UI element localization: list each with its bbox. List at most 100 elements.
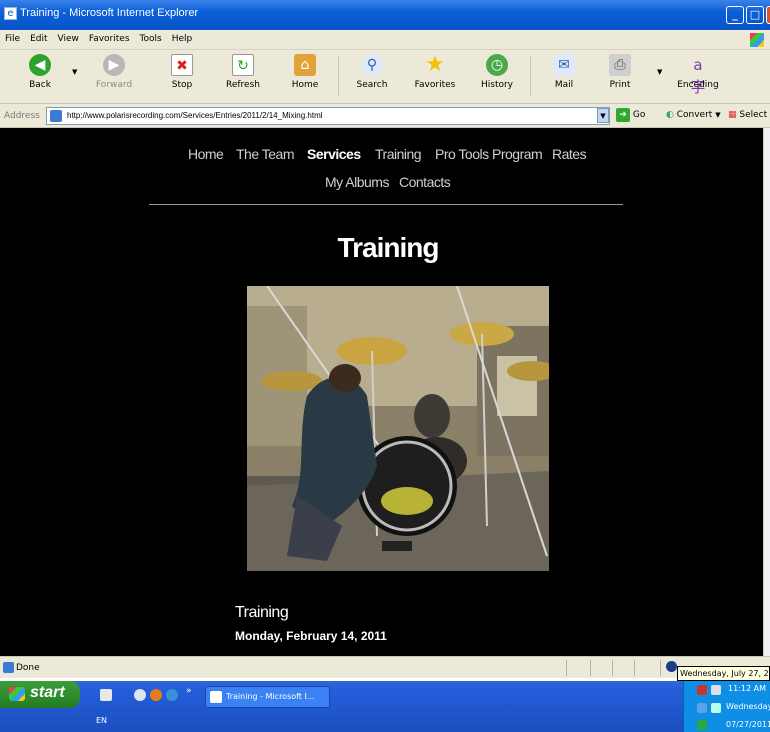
- status-text: Done: [16, 663, 40, 673]
- quicklaunch-app-icon[interactable]: [134, 689, 146, 701]
- tray-volume-icon[interactable]: [711, 703, 721, 713]
- nav-the-team[interactable]: The Team: [236, 146, 295, 162]
- tray-date: 07/27/2011: [726, 720, 770, 729]
- menu-file[interactable]: File: [0, 30, 25, 44]
- search-icon: ⚲: [361, 54, 383, 76]
- home-label: Home: [291, 80, 319, 90]
- nav-contacts[interactable]: Contacts: [399, 174, 451, 190]
- nav-my-albums[interactable]: My Albums: [325, 174, 389, 190]
- status-pane-divider: [660, 660, 661, 676]
- firefox-icon[interactable]: [150, 689, 162, 701]
- close-button[interactable]: X: [766, 6, 770, 24]
- windows-flag-icon: [9, 687, 25, 701]
- menu-favorites[interactable]: Favorites: [84, 30, 135, 44]
- forward-label: Forward: [95, 80, 133, 90]
- show-desktop-icon[interactable]: [100, 689, 112, 701]
- minimize-button[interactable]: _: [726, 6, 744, 24]
- maximize-button[interactable]: □: [746, 6, 764, 24]
- nav-home[interactable]: Home: [188, 146, 224, 162]
- post-date: Monday, February 14, 2011: [235, 629, 387, 643]
- stop-icon: ✖: [171, 54, 193, 76]
- address-label: Address: [4, 111, 40, 121]
- menu-view[interactable]: View: [53, 30, 84, 44]
- status-bar: Done: [0, 656, 770, 678]
- tray-shield-icon[interactable]: [697, 685, 707, 695]
- menu-bar: File Edit View Favorites Tools Help: [0, 30, 770, 50]
- windows-logo-icon: [750, 33, 764, 47]
- history-button[interactable]: ◷ History: [469, 52, 525, 90]
- favorites-label: Favorites: [414, 80, 456, 90]
- home-button[interactable]: ⌂ Home: [277, 52, 333, 90]
- nav-divider: [149, 204, 623, 205]
- language-indicator[interactable]: EN: [96, 716, 107, 725]
- go-label: Go: [632, 110, 646, 120]
- refresh-label: Refresh: [226, 80, 260, 90]
- status-pane-divider: [634, 660, 635, 676]
- ie-quicklaunch-icon[interactable]: [166, 689, 178, 701]
- print-icon: ⎙: [609, 54, 631, 76]
- forward-button[interactable]: ▶ Forward: [86, 52, 142, 90]
- taskbar-item-label: Training - Microsoft I...: [226, 692, 315, 701]
- history-icon: ◷: [486, 54, 508, 76]
- favorites-button[interactable]: ★ Favorites: [407, 52, 463, 91]
- history-label: History: [480, 80, 514, 90]
- search-button[interactable]: ⚲ Search: [344, 52, 400, 90]
- mail-icon: ✉: [553, 54, 575, 76]
- home-icon: ⌂: [294, 54, 316, 76]
- address-input[interactable]: http://www.polarisrecording.com/Services…: [46, 107, 610, 125]
- ie-page-icon: e: [4, 7, 17, 20]
- refresh-button[interactable]: ↻ Refresh: [215, 52, 271, 90]
- tray-clock[interactable]: 11:12 AM: [728, 684, 766, 693]
- print-dropdown-icon[interactable]: ▼: [657, 68, 662, 76]
- address-dropdown-icon[interactable]: ▼: [597, 108, 609, 123]
- nav-services[interactable]: Services: [307, 146, 361, 162]
- tray-update-icon[interactable]: [697, 720, 707, 730]
- page-done-icon: [3, 662, 14, 673]
- select-icon: ▦: [728, 110, 737, 120]
- menu-tools[interactable]: Tools: [135, 30, 167, 44]
- stop-label: Stop: [171, 80, 193, 90]
- toolbar-separator: [530, 56, 531, 96]
- vertical-scrollbar[interactable]: [763, 128, 770, 656]
- print-label: Print: [609, 80, 631, 90]
- convert-button[interactable]: ◐ Convert ▼: [666, 110, 721, 120]
- nav-training[interactable]: Training: [375, 146, 422, 162]
- status-pane-divider: [566, 660, 567, 676]
- back-dropdown-icon[interactable]: ▼: [72, 68, 77, 76]
- drum-photo: [247, 286, 549, 571]
- taskbar: [0, 681, 770, 732]
- go-arrow-icon: ➜: [616, 108, 630, 122]
- stop-button[interactable]: ✖ Stop: [154, 52, 210, 90]
- page-icon: [50, 110, 62, 122]
- nav-rates[interactable]: Rates: [552, 146, 587, 162]
- toolbar-separator: [338, 56, 339, 96]
- menu-help[interactable]: Help: [167, 30, 198, 44]
- refresh-icon: ↻: [232, 54, 254, 76]
- start-button[interactable]: start: [0, 681, 80, 708]
- menu-edit[interactable]: Edit: [25, 30, 52, 44]
- go-button[interactable]: ➜ Go: [616, 108, 645, 122]
- quicklaunch-overflow-icon[interactable]: »: [186, 686, 192, 696]
- internet-zone-icon: [666, 661, 677, 672]
- tray-network-icon[interactable]: [711, 685, 721, 695]
- window-titlebar: e Training - Microsoft Internet Explorer…: [0, 0, 770, 30]
- search-label: Search: [356, 80, 388, 90]
- back-button[interactable]: ◀ Back: [12, 52, 68, 90]
- address-url: http://www.polarisrecording.com/Services…: [67, 111, 323, 120]
- date-tooltip: Wednesday, July 27, 2011: [677, 666, 770, 681]
- status-pane-divider: [612, 660, 613, 676]
- taskbar-item-ie[interactable]: Training - Microsoft I...: [205, 686, 330, 708]
- post-title[interactable]: Training: [235, 604, 289, 622]
- encoding-button[interactable]: a字 Encoding: [670, 52, 726, 96]
- mail-button[interactable]: ✉ Mail: [536, 52, 592, 90]
- status-pane-divider: [590, 660, 591, 676]
- print-button[interactable]: ⎙ Print: [592, 52, 648, 90]
- page-viewport: Home The Team Services Training Pro Tool…: [0, 128, 763, 656]
- mail-label: Mail: [554, 80, 574, 90]
- favorites-star-icon: ★: [425, 52, 445, 77]
- select-button[interactable]: ▦ Select: [728, 110, 767, 120]
- back-label: Back: [29, 80, 51, 90]
- tray-monitor-icon[interactable]: [697, 703, 707, 713]
- start-label: start: [30, 684, 65, 701]
- nav-pro-tools-program[interactable]: Pro Tools Program: [435, 146, 543, 162]
